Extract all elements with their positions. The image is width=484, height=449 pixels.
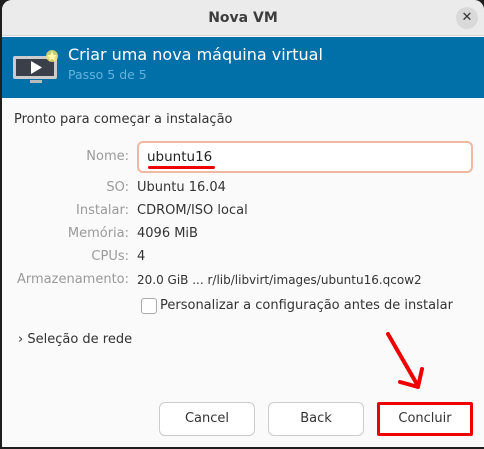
red-arrow-annotation (386, 332, 424, 389)
new-vm-dialog: Nova VM ✕ Criar uma nova máquina virtual… (2, 0, 484, 447)
